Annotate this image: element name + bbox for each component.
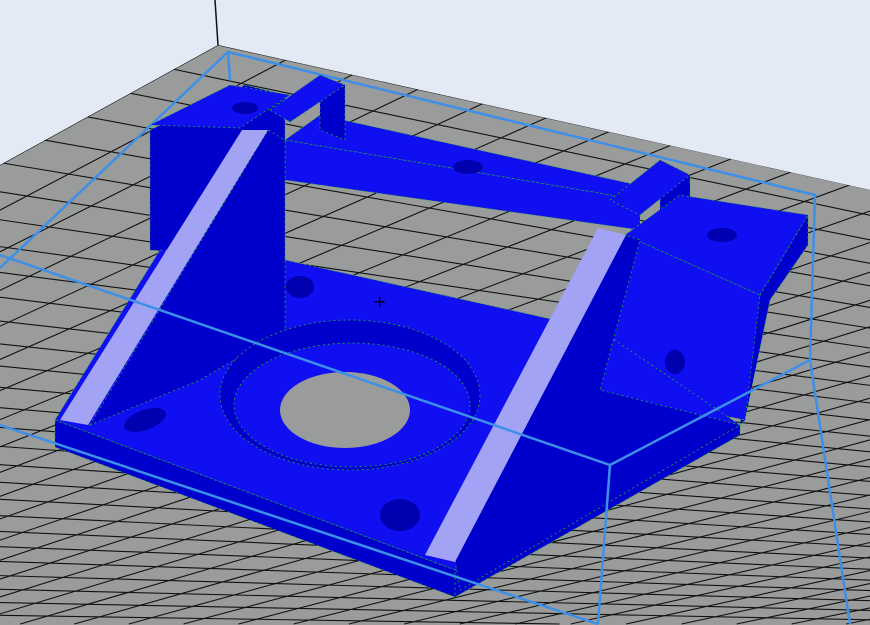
slot-hole-icon	[286, 276, 314, 298]
3d-viewport[interactable]: +	[0, 0, 870, 625]
hole-icon	[232, 102, 258, 114]
slot-hole-icon	[380, 499, 420, 531]
hole-icon	[453, 160, 483, 174]
hole-icon	[707, 228, 737, 242]
side-hole-icon	[665, 350, 685, 374]
center-hole	[280, 372, 410, 448]
z-axis-line	[214, 0, 219, 46]
origin-crosshair-icon: +	[373, 292, 386, 311]
scene[interactable]: +	[0, 0, 870, 625]
